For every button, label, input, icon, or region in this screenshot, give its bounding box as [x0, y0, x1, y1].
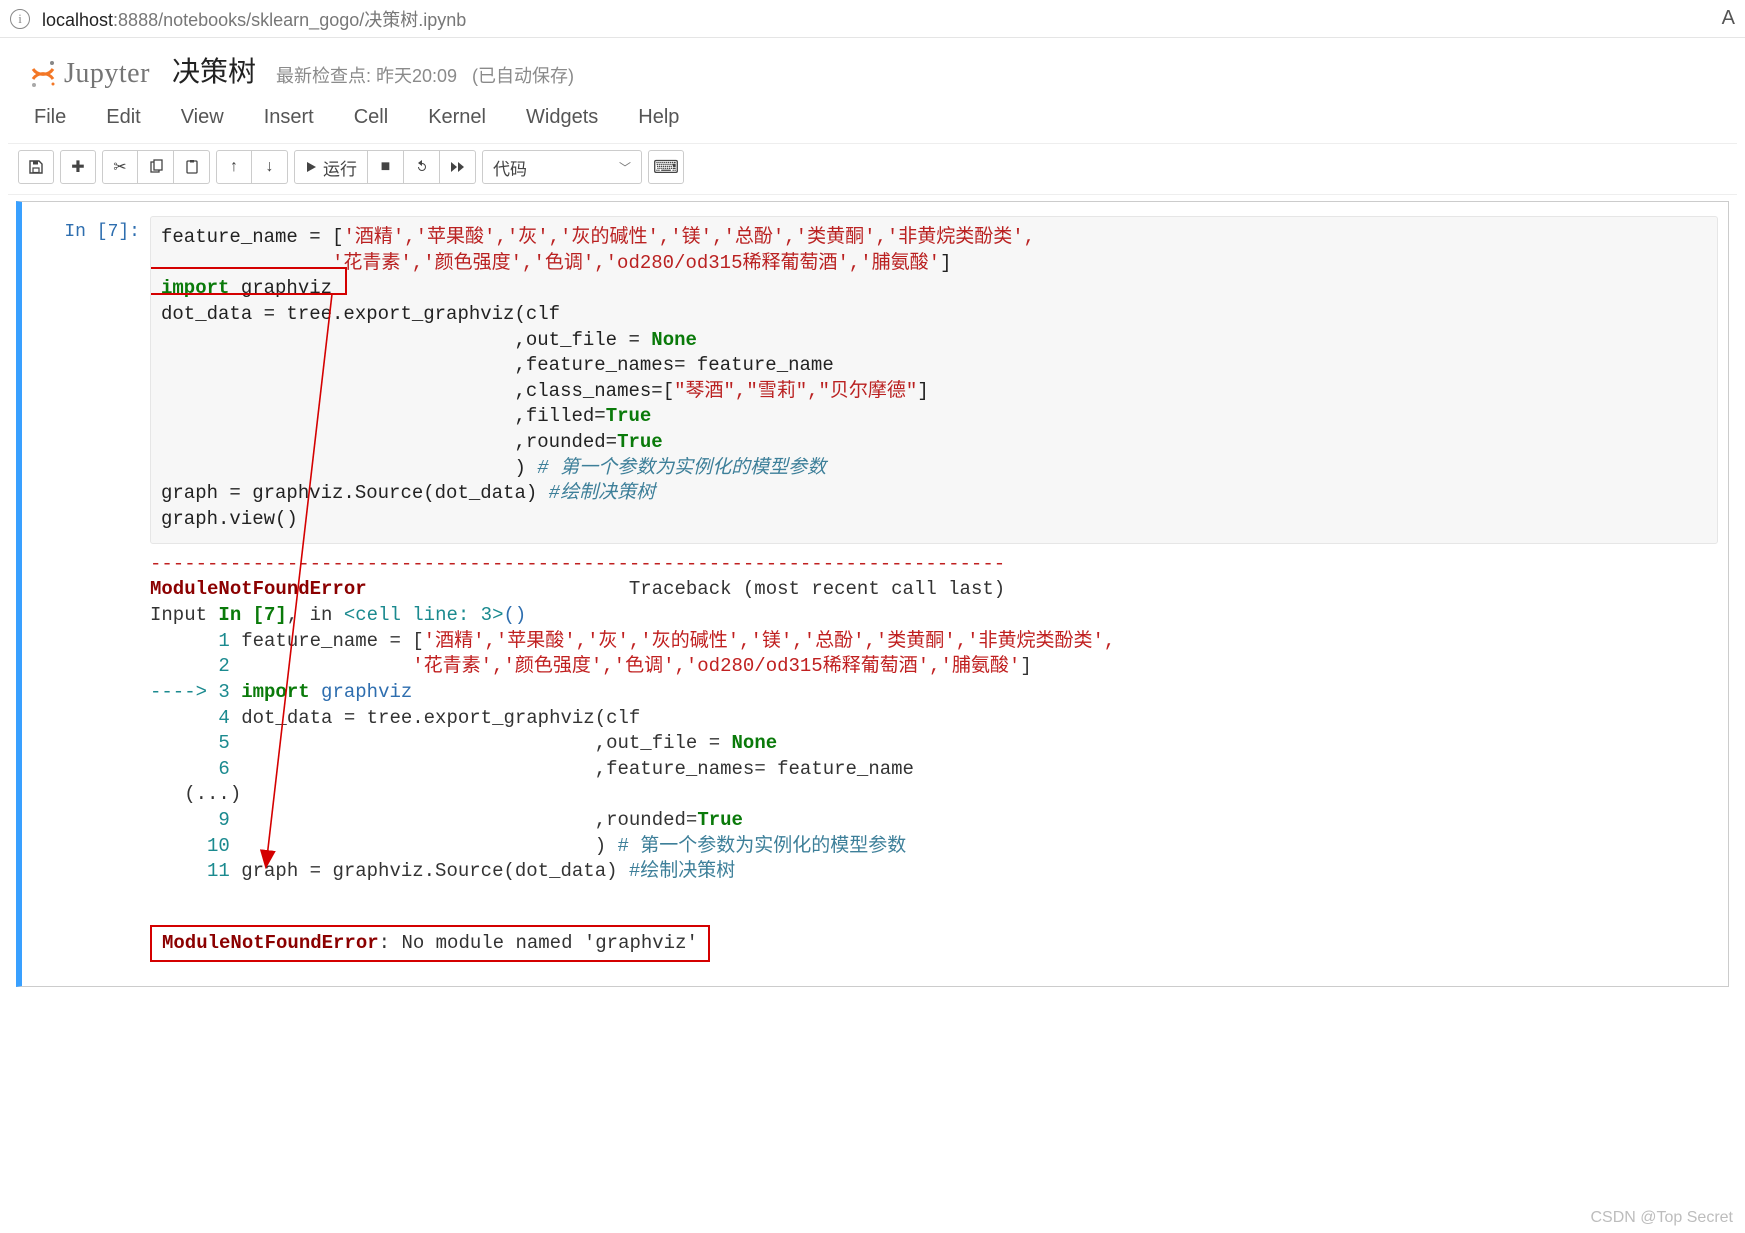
menu-cell[interactable]: Cell: [354, 106, 388, 129]
command-palette-button[interactable]: ⌨: [648, 150, 684, 184]
restart-run-all-button[interactable]: [440, 150, 476, 184]
cut-button[interactable]: ✂: [102, 150, 138, 184]
notebook-cell-container: In [7]: feature_name = ['酒精','苹果酸','灰','…: [16, 201, 1729, 987]
copy-button[interactable]: [138, 150, 174, 184]
add-cell-button[interactable]: ✚: [60, 150, 96, 184]
error-name: ModuleNotFoundError: [150, 578, 367, 600]
jupyter-logo[interactable]: Jupyter: [28, 58, 150, 90]
watermark: CSDN @Top Secret: [1590, 1209, 1733, 1227]
restart-button[interactable]: [404, 150, 440, 184]
save-button[interactable]: [18, 150, 54, 184]
browser-address-bar: i localhost:8888/notebooks/sklearn_gogo/…: [0, 0, 1745, 38]
menu-widgets[interactable]: Widgets: [526, 106, 598, 129]
move-up-button[interactable]: ↑: [216, 150, 252, 184]
checkpoint-label: 最新检查点: 昨天20:09 (已自动保存): [276, 62, 574, 88]
menu-kernel[interactable]: Kernel: [428, 106, 486, 129]
toolbar: ✚ ✂ ↑ ↓ 运行 ■: [8, 144, 1737, 195]
notebook-header: Jupyter 决策树 最新检查点: 昨天20:09 (已自动保存): [8, 38, 1737, 96]
site-info-icon[interactable]: i: [10, 9, 30, 29]
code-input-area[interactable]: feature_name = ['酒精','苹果酸','灰','灰的碱性','镁…: [150, 216, 1718, 544]
notebook-title[interactable]: 决策树: [172, 50, 256, 90]
menu-insert[interactable]: Insert: [264, 106, 314, 129]
menu-edit[interactable]: Edit: [106, 106, 140, 129]
menu-file[interactable]: File: [34, 106, 66, 129]
browser-right-char: A: [1722, 7, 1735, 30]
paste-button[interactable]: [174, 150, 210, 184]
menu-bar: File Edit View Insert Cell Kernel Widget…: [8, 96, 1737, 144]
url-text[interactable]: localhost:8888/notebooks/sklearn_gogo/决策…: [42, 6, 466, 32]
jupyter-logo-icon: [28, 59, 58, 89]
celltype-select[interactable]: 代码 ﹀: [482, 150, 642, 184]
menu-view[interactable]: View: [181, 106, 224, 129]
move-down-button[interactable]: ↓: [252, 150, 288, 184]
chevron-down-icon: ﹀: [619, 159, 631, 176]
input-prompt: In [7]:: [32, 216, 150, 544]
jupyter-logo-text: Jupyter: [64, 58, 150, 90]
highlight-error-box: ModuleNotFoundError: No module named 'gr…: [150, 925, 710, 963]
run-button[interactable]: 运行: [294, 150, 368, 184]
cell-output: ----------------------------------------…: [150, 552, 1718, 963]
menu-help[interactable]: Help: [638, 106, 679, 129]
interrupt-button[interactable]: ■: [368, 150, 404, 184]
